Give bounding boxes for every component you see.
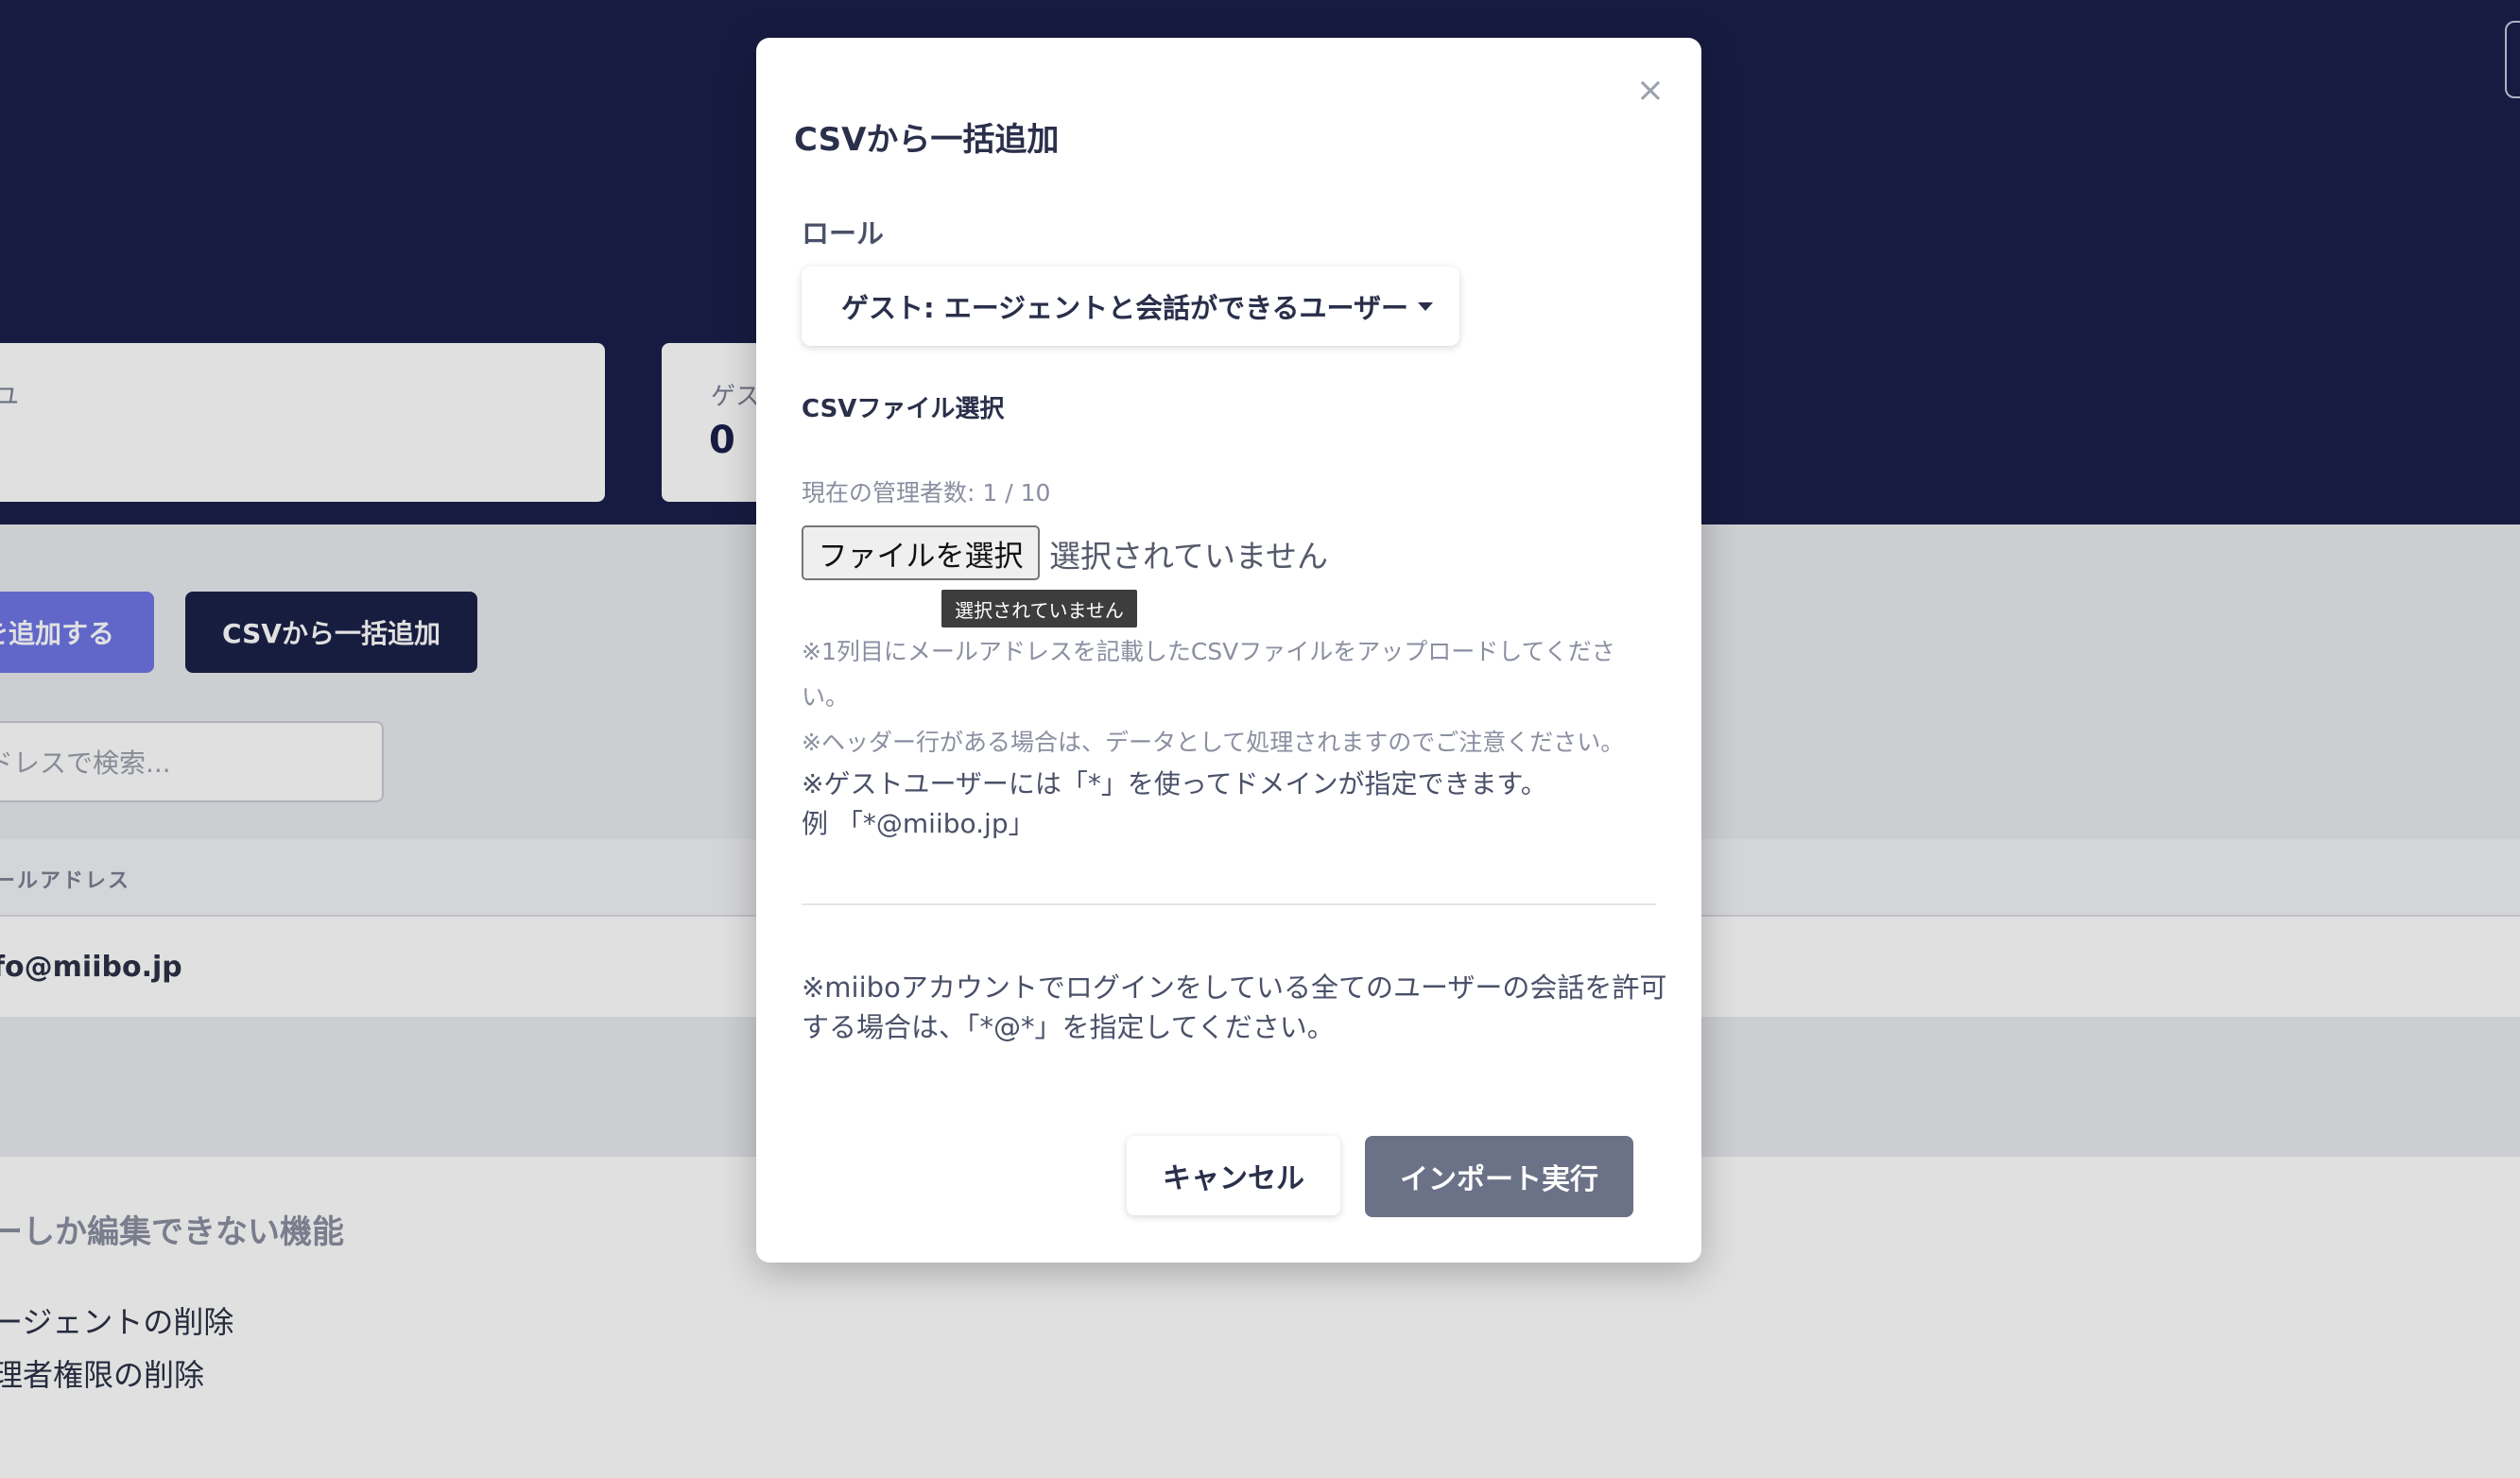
role-dropdown-value: ゲスト: エージェントと会話ができるユーザー (841, 292, 1408, 324)
file-select-button[interactable]: ファイルを選択 (802, 525, 1040, 580)
caret-down-icon (1417, 301, 1433, 311)
close-icon[interactable]: × (1631, 72, 1669, 110)
help-note: い。 (802, 683, 850, 711)
admin-count-text: 現在の管理者数: 1 / 10 (802, 479, 1051, 507)
all-users-note: ※miiboアカウントでログインをしている全てのユーザーの会話を許可 (802, 971, 1667, 1004)
cancel-button[interactable]: キャンセル (1127, 1136, 1340, 1215)
csv-import-modal: CSVから一括追加 × ロール ゲスト: エージェントと会話ができるユーザー C… (756, 38, 1701, 1263)
help-note: ※1列目にメールアドレスを記載したCSVファイルをアップロードしてくださ (802, 638, 1615, 665)
all-users-note: する場合は、「*@*」を指定してください。 (802, 1011, 1335, 1043)
role-label: ロール (802, 217, 885, 249)
help-note: ※ヘッダー行がある場合は、データとして処理されますのでご注意ください。 (802, 729, 1625, 756)
modal-title: CSVから一括追加 (794, 121, 1060, 159)
import-button[interactable]: インポート実行 (1365, 1136, 1633, 1217)
csv-file-label: CSVファイル選択 (802, 395, 1005, 423)
guest-domain-example: 例 「*@miibo.jp」 (802, 808, 1035, 839)
file-status-text: 選択されていません (1049, 538, 1329, 575)
file-tooltip: 選択されていません (941, 590, 1137, 627)
divider (802, 903, 1656, 905)
role-dropdown[interactable]: ゲスト: エージェントと会話ができるユーザー (802, 266, 1459, 346)
guest-domain-note: ※ゲストユーザーには「*」を使ってドメインが指定できます。 (802, 768, 1547, 799)
